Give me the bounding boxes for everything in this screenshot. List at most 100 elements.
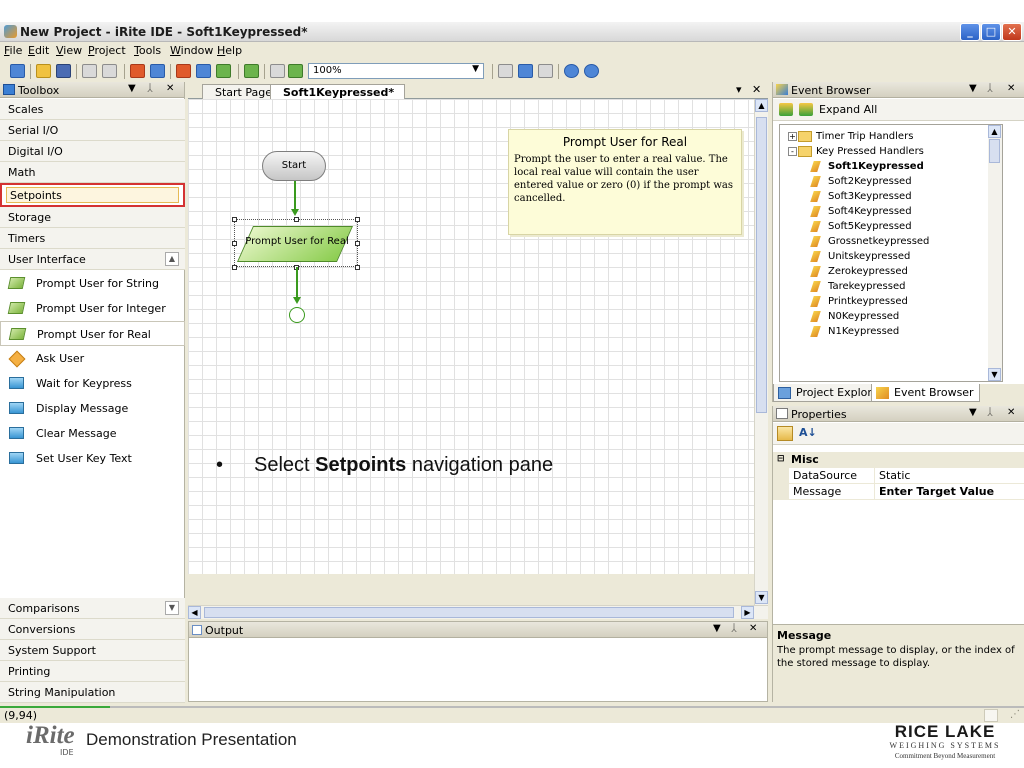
category-printing[interactable]: Printing xyxy=(0,661,185,682)
scroll-thumb[interactable] xyxy=(204,607,734,618)
prompt-user-for-real-node[interactable]: Prompt User for Real xyxy=(232,217,360,270)
scroll-up-icon[interactable]: ▲ xyxy=(755,99,768,112)
tree-handler-node[interactable]: Zerokeypressed xyxy=(810,264,908,279)
expand-icon[interactable]: + xyxy=(788,132,797,141)
scroll-right-icon[interactable]: ▶ xyxy=(741,606,754,619)
build-icon[interactable] xyxy=(130,64,145,78)
category-conversions[interactable]: Conversions xyxy=(0,619,185,640)
category-comparisons[interactable]: Comparisons ▼ xyxy=(0,598,185,619)
resize-handle[interactable] xyxy=(232,241,237,246)
tree-handler-node[interactable]: Soft3Keypressed xyxy=(810,189,912,204)
tool-set-user-key-text[interactable]: Set User Key Text xyxy=(0,446,185,471)
tree-folder-node[interactable]: Timer Trip Handlers xyxy=(798,129,913,144)
tree-handler-node[interactable]: N0Keypressed xyxy=(810,309,899,324)
category-digital-io[interactable]: Digital I/O xyxy=(0,141,185,162)
property-value[interactable]: Static xyxy=(875,468,1024,484)
menu-view[interactable]: View xyxy=(56,44,82,57)
minimize-button[interactable]: _ xyxy=(960,23,980,41)
collapse-icon[interactable]: ⊟ xyxy=(777,455,785,464)
scroll-down-icon[interactable]: ▼ xyxy=(165,601,179,615)
pin-icon[interactable]: ᛸ xyxy=(987,407,993,418)
category-user-interface[interactable]: User Interface ▲ xyxy=(0,249,185,270)
scroll-up-icon[interactable]: ▲ xyxy=(165,252,179,266)
copy-icon[interactable] xyxy=(518,64,533,78)
tab-list-icon[interactable]: ▾ xyxy=(736,83,742,96)
close-document-icon[interactable]: ✕ xyxy=(752,83,761,96)
resize-handle[interactable] xyxy=(355,265,360,270)
scroll-down-icon[interactable]: ▼ xyxy=(988,368,1001,381)
send-to-indicator-icon[interactable] xyxy=(150,64,165,78)
sort-alphabetical-icon[interactable]: A↓ xyxy=(799,426,817,439)
print-icon[interactable] xyxy=(82,64,97,78)
save-icon[interactable] xyxy=(56,64,71,78)
redo-icon[interactable] xyxy=(584,64,599,78)
tool-prompt-user-for-real[interactable]: Prompt User for Real xyxy=(0,321,185,346)
tool-display-message[interactable]: Display Message xyxy=(0,396,185,421)
tree-handler-node[interactable]: Soft5Keypressed xyxy=(810,219,912,234)
resize-handle[interactable] xyxy=(355,217,360,222)
property-category-misc[interactable]: ⊟ Misc xyxy=(773,452,1024,468)
category-scales[interactable]: Scales xyxy=(0,99,185,120)
resize-handle[interactable] xyxy=(232,217,237,222)
fit-view-icon[interactable] xyxy=(288,64,303,78)
category-serial-io[interactable]: Serial I/O xyxy=(0,120,185,141)
tree-handler-node[interactable]: Unitskeypressed xyxy=(810,249,910,264)
tab-soft1keypressed[interactable]: Soft1Keypressed* xyxy=(270,84,406,100)
collapse-all-icon[interactable] xyxy=(779,103,793,116)
pin-icon[interactable]: ᛸ xyxy=(731,623,737,634)
property-value[interactable]: Enter Target Value xyxy=(875,484,1024,500)
resize-handle[interactable] xyxy=(232,265,237,270)
property-row-message[interactable]: Message Enter Target Value xyxy=(773,484,1024,500)
cut-icon[interactable] xyxy=(498,64,513,78)
designer-horizontal-scrollbar[interactable]: ◀ ▶ xyxy=(188,605,768,619)
dropdown-arrow-icon[interactable]: ▼ xyxy=(969,83,977,94)
category-setpoints[interactable]: Setpoints xyxy=(0,183,185,207)
category-system-support[interactable]: System Support xyxy=(0,640,185,661)
category-timers[interactable]: Timers xyxy=(0,228,185,249)
dropdown-arrow-icon[interactable]: ▼ xyxy=(128,83,136,94)
tree-folder-node[interactable]: Key Pressed Handlers xyxy=(798,144,924,159)
category-storage[interactable]: Storage xyxy=(0,207,185,228)
tree-handler-node[interactable]: Tarekeypressed xyxy=(810,279,905,294)
expand-all-icon[interactable] xyxy=(799,103,813,116)
pin-icon[interactable]: ᛸ xyxy=(147,83,153,94)
tool-ask-user[interactable]: Ask User xyxy=(0,346,185,371)
menu-window[interactable]: Window xyxy=(170,44,213,57)
tool-wait-for-keypress[interactable]: Wait for Keypress xyxy=(0,371,185,396)
scroll-thumb[interactable] xyxy=(756,117,767,413)
close-icon[interactable]: ✕ xyxy=(1007,83,1015,94)
output-icon[interactable] xyxy=(270,64,285,78)
properties-icon[interactable] xyxy=(244,64,259,78)
tree-scrollbar[interactable]: ▲ ▼ xyxy=(988,125,1002,381)
zoom-select[interactable]: 100% ▼ xyxy=(308,63,484,79)
designer-vertical-scrollbar[interactable]: ▲ ▼ xyxy=(754,99,768,605)
tree-handler-node[interactable]: Printkeypressed xyxy=(810,294,908,309)
resize-grip-icon[interactable]: ⋰ xyxy=(1010,709,1020,720)
resize-handle[interactable] xyxy=(355,241,360,246)
tool-prompt-user-for-integer[interactable]: Prompt User for Integer xyxy=(0,296,185,321)
print-preview-icon[interactable] xyxy=(102,64,117,78)
dropdown-arrow-icon[interactable]: ▼ xyxy=(969,407,977,418)
event-tree[interactable]: Timer Trip Handlers + Key Pressed Handlers… xyxy=(779,124,1003,382)
tool-clear-message[interactable]: Clear Message xyxy=(0,421,185,446)
open-folder-icon[interactable] xyxy=(36,64,51,78)
close-icon[interactable]: ✕ xyxy=(749,623,757,634)
start-node[interactable]: Start xyxy=(262,151,326,181)
category-string-manipulation[interactable]: String Manipulation xyxy=(0,682,185,703)
scroll-left-icon[interactable]: ◀ xyxy=(188,606,201,619)
categorized-icon[interactable] xyxy=(777,426,793,441)
menu-help[interactable]: Help xyxy=(217,44,242,57)
add-step-icon[interactable] xyxy=(196,64,211,78)
tree-handler-node[interactable]: Soft2Keypressed xyxy=(810,174,912,189)
undo-icon[interactable] xyxy=(564,64,579,78)
paste-icon[interactable] xyxy=(538,64,553,78)
menu-edit[interactable]: Edit xyxy=(28,44,49,57)
tree-handler-node[interactable]: N1Keypressed xyxy=(810,324,899,339)
pin-icon[interactable]: ᛸ xyxy=(987,83,993,94)
tree-handler-node[interactable]: Soft4Keypressed xyxy=(810,204,912,219)
property-row-datasource[interactable]: DataSource Static xyxy=(773,468,1024,484)
collapse-icon[interactable]: - xyxy=(788,147,797,156)
dropdown-arrow-icon[interactable]: ▼ xyxy=(713,623,721,634)
add-prompt-icon[interactable] xyxy=(216,64,231,78)
maximize-button[interactable]: □ xyxy=(981,23,1001,41)
